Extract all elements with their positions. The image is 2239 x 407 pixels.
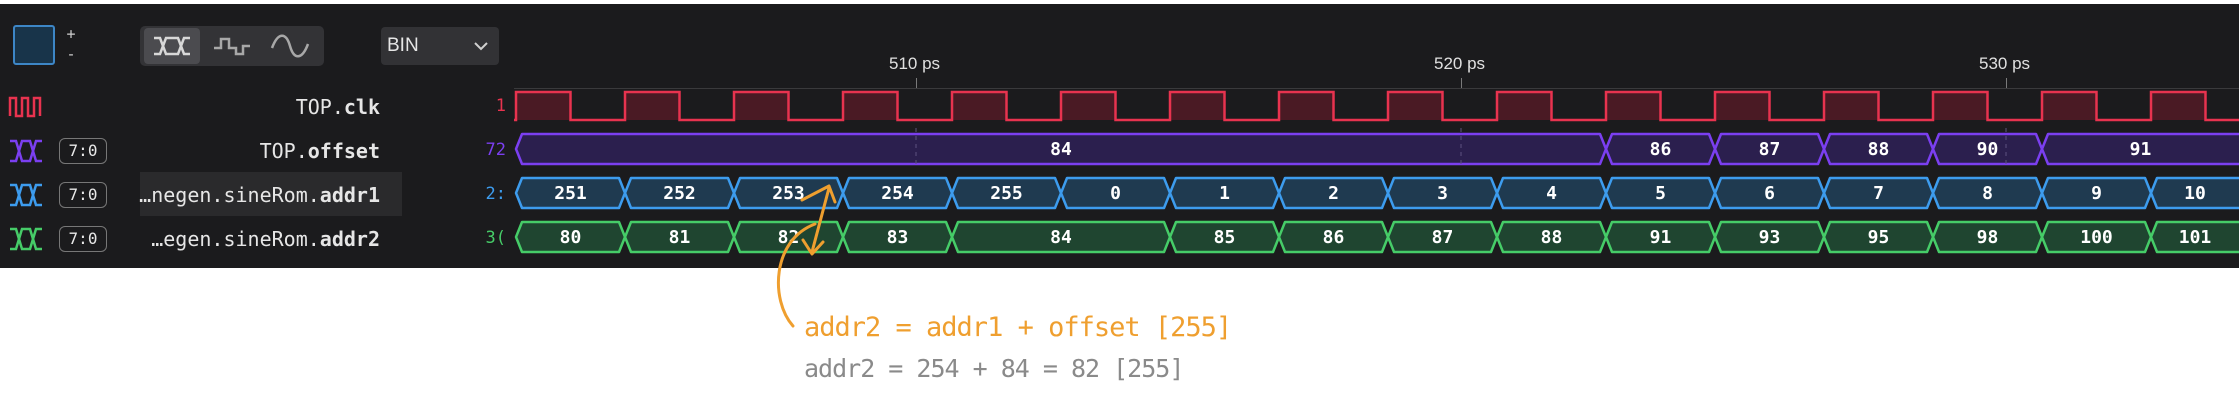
- clock-high-fill: [1933, 92, 1988, 120]
- clock-high-fill: [1170, 92, 1225, 120]
- addr1-bus-value-label: 255: [990, 183, 1023, 204]
- addr1-bus-value-label: 6: [1764, 183, 1775, 204]
- time-tick: [916, 78, 917, 88]
- radix-select[interactable]: BIN: [381, 27, 499, 65]
- chevron-down-icon: [474, 42, 488, 51]
- signal-row-addr1[interactable]: 7:0 …negen.sineRom.addr1 2:: [0, 172, 514, 216]
- waveform-area[interactable]: 84 86 87 88 90 91 251 252 253 254 255 0 1 2 3 4 5 6 7 8 9 10 8…: [514, 88, 2239, 268]
- addr1-bus-value-label: 1: [1219, 183, 1230, 204]
- signal-name: TOP.offset: [259, 139, 380, 163]
- signal-name: TOP.clk: [295, 95, 380, 119]
- waveform-viewer: + - BIN 510 ps 520 ps 530 ps TOP.clk 1 7…: [0, 4, 2239, 268]
- bus-wave-icon: [10, 227, 42, 251]
- addr2-bus-value-label: 100: [2080, 227, 2113, 248]
- clock-high-fill: [734, 92, 789, 120]
- clock-high-fill: [1715, 92, 1770, 120]
- signal-value: 2:: [485, 184, 506, 204]
- signal-row-addr2[interactable]: 7:0 …egen.sineRom.addr2 3(: [0, 216, 514, 260]
- addr2-bus-value-label: 82: [778, 227, 800, 248]
- bus-wave-icon: [10, 183, 42, 207]
- addr1-bus-value-label: 0: [1110, 183, 1121, 204]
- time-ruler: 510 ps 520 ps 530 ps: [514, 48, 2239, 88]
- bus-wave-icon: [154, 36, 190, 56]
- clock-high-fill: [1279, 92, 1334, 120]
- clock-high-fill: [625, 92, 680, 120]
- render-mode-group: [140, 26, 324, 66]
- addr2-bus-value-label: 84: [1050, 227, 1072, 248]
- analog-wave-icon: [270, 34, 310, 58]
- addr2-bus-value-label: 98: [1977, 227, 1999, 248]
- time-tick: [1461, 78, 1462, 88]
- bit-width-badge: 7:0: [59, 226, 107, 252]
- addr1-bus-value-label: 251: [554, 183, 587, 204]
- addr1-bus-value-label: 8: [1982, 183, 1993, 204]
- addr2-bus-value-label: 83: [887, 227, 909, 248]
- addr2-bus-value-label: 91: [1650, 227, 1672, 248]
- clock-high-fill: [1606, 92, 1661, 120]
- clock-high-fill: [516, 92, 571, 120]
- clock-high-fill: [1497, 92, 1552, 120]
- offset-bus-value-label: 88: [1868, 139, 1890, 160]
- step-down-button[interactable]: -: [64, 46, 78, 62]
- addr1-bus-value-label: 10: [2184, 183, 2206, 204]
- signal-value: 3(: [485, 228, 506, 248]
- addr2-bus-value-label: 101: [2179, 227, 2212, 248]
- time-tick: [2006, 78, 2007, 88]
- signal-name: …negen.sineRom.addr1: [139, 183, 380, 207]
- time-label-530: 530 ps: [1979, 54, 2031, 73]
- offset-bus-value-label: 86: [1650, 139, 1672, 160]
- addr2-bus-value-label: 88: [1541, 227, 1563, 248]
- time-label-520: 520 ps: [1434, 54, 1486, 73]
- addr2-bus-value-label: 85: [1214, 227, 1236, 248]
- bit-width-badge: 7:0: [59, 138, 107, 164]
- annotation-formula: addr2 = addr1 + offset [255]: [804, 312, 1232, 343]
- offset-bus-value-label: 90: [1977, 139, 1999, 160]
- offset-bus-value-label: 91: [2130, 139, 2152, 160]
- annotation-example: addr2 = 254 + 84 = 82 [255]: [804, 354, 1184, 383]
- offset-bus-value-label: 87: [1759, 139, 1781, 160]
- addr1-bus-value-label: 254: [881, 183, 914, 204]
- signal-row-offset[interactable]: 7:0 TOP.offset 72: [0, 128, 514, 172]
- clock-wave-icon: [8, 96, 42, 118]
- addr1-bus-value-label: 253: [772, 183, 805, 204]
- clock-high-fill: [1824, 92, 1879, 120]
- addr2-bus-value-label: 93: [1759, 227, 1781, 248]
- addr1-bus-value-label: 252: [663, 183, 696, 204]
- offset-bus-value-label: 84: [1050, 139, 1072, 160]
- digital-mode-button[interactable]: [204, 28, 260, 64]
- clock-high-fill: [952, 92, 1007, 120]
- addr2-bus-value-label: 95: [1868, 227, 1890, 248]
- bus-mode-button[interactable]: [144, 28, 200, 64]
- addr2-bus-value-label: 86: [1323, 227, 1345, 248]
- step-up-button[interactable]: +: [64, 26, 78, 42]
- clock-high-fill: [1388, 92, 1443, 120]
- addr2-bus-value-label: 80: [560, 227, 582, 248]
- addr1-bus-value-label: 7: [1873, 183, 1884, 204]
- addr1-bus-value-label: 3: [1437, 183, 1448, 204]
- clock-high-fill: [2151, 92, 2206, 120]
- addr2-bus-value-label: 87: [1432, 227, 1454, 248]
- analog-mode-button[interactable]: [262, 28, 318, 64]
- bit-width-badge: 7:0: [59, 182, 107, 208]
- digital-wave-icon: [214, 37, 250, 56]
- waveform-canvas: 84 86 87 88 90 91 251 252 253 254 255 0 1 2 3 4 5 6 7 8 9 10 8…: [514, 88, 2239, 254]
- clock-high-fill: [1061, 92, 1116, 120]
- addr1-bus-value-label: 5: [1655, 183, 1666, 204]
- time-label-510: 510 ps: [889, 54, 941, 73]
- signal-value: 1: [495, 96, 506, 116]
- signal-row-clk[interactable]: TOP.clk 1: [0, 84, 514, 128]
- clock-high-fill: [2042, 92, 2097, 120]
- signal-color-swatch[interactable]: [13, 25, 55, 65]
- addr1-bus-value-label: 2: [1328, 183, 1339, 204]
- signal-name: …egen.sineRom.addr2: [151, 227, 380, 251]
- addr2-bus-value-label: 81: [669, 227, 691, 248]
- addr1-bus-value-label: 9: [2091, 183, 2102, 204]
- clock-high-fill: [843, 92, 898, 120]
- signal-list: TOP.clk 1 7:0 TOP.offset 72 7:0 …negen.s…: [0, 84, 514, 268]
- signal-value: 72: [485, 140, 506, 160]
- bus-wave-icon: [10, 139, 42, 163]
- radix-value: BIN: [387, 35, 419, 56]
- addr1-bus-value-label: 4: [1546, 183, 1557, 204]
